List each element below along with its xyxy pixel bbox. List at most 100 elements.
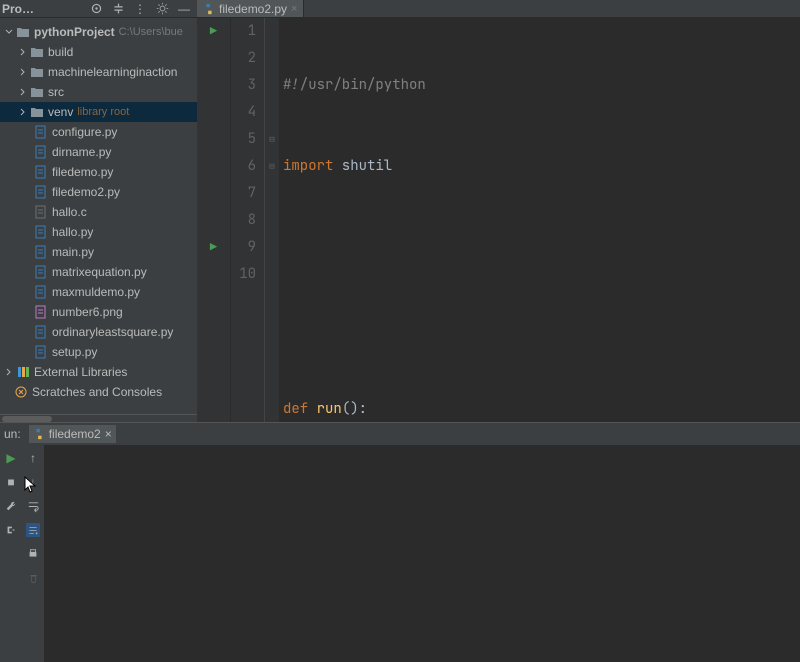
sidebar-title: Pro…: [2, 2, 34, 16]
run-panel-header: un: filedemo2 ×: [0, 423, 800, 445]
scroll-lock-icon[interactable]: [26, 523, 40, 537]
file-label: configure.py: [52, 125, 117, 139]
code-content[interactable]: #!/usr/bin/python import shutil def run(…: [279, 18, 800, 422]
external-libraries[interactable]: External Libraries: [0, 362, 197, 382]
fold-end-icon[interactable]: ⊟: [265, 153, 279, 180]
file-label: matrixequation.py: [52, 265, 147, 279]
file-label: maxmuldemo.py: [52, 285, 140, 299]
python-icon: [203, 3, 215, 15]
folder-icon: [16, 25, 30, 39]
close-icon[interactable]: ×: [291, 3, 297, 15]
folder-src[interactable]: src: [0, 82, 197, 102]
expand-icon[interactable]: [111, 2, 125, 16]
up-icon[interactable]: ↑: [26, 451, 40, 465]
project-root[interactable]: pythonProject C:\Users\bue: [0, 22, 197, 42]
folder-icon: [30, 65, 44, 79]
file-icon: [34, 185, 48, 199]
down-icon[interactable]: ↓: [26, 475, 40, 489]
stop-icon[interactable]: ■: [4, 475, 18, 489]
folder-label: machinelearninginaction: [48, 65, 177, 79]
editor-area: filedemo2.py × ▶ ▶ 1 2 3 4 5: [197, 0, 800, 422]
wrench-icon[interactable]: [4, 499, 18, 513]
library-root-hint: library root: [77, 106, 129, 118]
run-line-1[interactable]: ▶: [197, 18, 230, 45]
file-icon: [34, 285, 48, 299]
file-item[interactable]: filedemo.py: [0, 162, 197, 182]
editor-body[interactable]: ▶ ▶ 1 2 3 4 5 6 7 8 9 10: [197, 18, 800, 422]
line-num: 8: [231, 207, 256, 234]
line-num: 5: [231, 126, 256, 153]
file-item[interactable]: hallo.c: [0, 202, 197, 222]
scratches-icon: [14, 385, 28, 399]
file-icon: [34, 245, 48, 259]
external-libraries-label: External Libraries: [34, 365, 127, 379]
run-toolbar-primary: ▶ ■: [0, 445, 22, 662]
folder-build[interactable]: build: [0, 42, 197, 62]
file-item[interactable]: hallo.py: [0, 222, 197, 242]
file-icon: [34, 305, 48, 319]
settings-icon[interactable]: [155, 2, 169, 16]
exit-icon[interactable]: [4, 523, 18, 537]
scratches[interactable]: Scratches and Consoles: [0, 382, 197, 402]
target-icon[interactable]: [89, 2, 103, 16]
file-label: ordinaryleastsquare.py: [52, 325, 173, 339]
file-item[interactable]: setup.py: [0, 342, 197, 362]
scratches-label: Scratches and Consoles: [32, 385, 162, 399]
file-item[interactable]: number6.png: [0, 302, 197, 322]
project-root-path: C:\Users\bue: [119, 26, 183, 38]
gutter-fold: ⊟ ⊟: [265, 18, 279, 422]
file-icon: [34, 165, 48, 179]
folder-venv[interactable]: venv library root: [0, 102, 197, 122]
run-tab[interactable]: filedemo2 ×: [29, 425, 116, 443]
collapse-icon[interactable]: ⋮: [133, 2, 147, 16]
folder-icon: [30, 85, 44, 99]
editor-tab[interactable]: filedemo2.py ×: [197, 0, 304, 17]
folder-ml[interactable]: machinelearninginaction: [0, 62, 197, 82]
file-item[interactable]: filedemo2.py: [0, 182, 197, 202]
gutter-line-numbers: 1 2 3 4 5 6 7 8 9 10: [231, 18, 265, 422]
rerun-icon[interactable]: ▶: [4, 451, 18, 465]
file-item[interactable]: main.py: [0, 242, 197, 262]
file-label: dirname.py: [52, 145, 111, 159]
line-num: 3: [231, 72, 256, 99]
run-line-9[interactable]: ▶: [197, 234, 230, 261]
fold-start-icon[interactable]: ⊟: [265, 126, 279, 153]
file-label: hallo.py: [52, 225, 93, 239]
close-icon[interactable]: ×: [105, 427, 112, 441]
code-text: def: [283, 400, 308, 418]
file-icon: [34, 265, 48, 279]
run-output[interactable]: [44, 445, 800, 662]
sidebar-scrollbar[interactable]: [0, 414, 197, 422]
line-num: 2: [231, 45, 256, 72]
run-tab-label: filedemo2: [49, 427, 101, 441]
wrap-icon[interactable]: [26, 499, 40, 513]
line-num: 1: [231, 18, 256, 45]
file-item[interactable]: ordinaryleastsquare.py: [0, 322, 197, 342]
file-label: main.py: [52, 245, 94, 259]
project-tree[interactable]: pythonProject C:\Users\bue build machine…: [0, 18, 197, 414]
line-num: 6: [231, 153, 256, 180]
minimize-icon[interactable]: —: [177, 2, 191, 16]
sidebar-header: Pro… ⋮ —: [0, 0, 197, 18]
file-item[interactable]: dirname.py: [0, 142, 197, 162]
file-item[interactable]: maxmuldemo.py: [0, 282, 197, 302]
line-num: 7: [231, 180, 256, 207]
run-label: un:: [4, 427, 21, 441]
file-label: filedemo.py: [52, 165, 113, 179]
code-text: ():: [342, 400, 367, 418]
line-num: 9: [231, 234, 256, 261]
folder-label: src: [48, 85, 64, 99]
file-icon: [34, 345, 48, 359]
trash-icon[interactable]: [26, 571, 40, 585]
code-text: shutil: [333, 157, 392, 175]
file-item[interactable]: configure.py: [0, 122, 197, 142]
line-num: 10: [231, 261, 256, 288]
file-icon: [34, 145, 48, 159]
file-item[interactable]: matrixequation.py: [0, 262, 197, 282]
run-panel: un: filedemo2 × ▶ ■ ↑ ↓: [0, 422, 800, 662]
python-icon: [33, 428, 45, 440]
project-sidebar: Pro… ⋮ — pythonProject C:\Users\bue: [0, 0, 197, 422]
run-toolbar-secondary: ↑ ↓: [22, 445, 44, 662]
libraries-icon: [16, 365, 30, 379]
print-icon[interactable]: [26, 547, 40, 561]
